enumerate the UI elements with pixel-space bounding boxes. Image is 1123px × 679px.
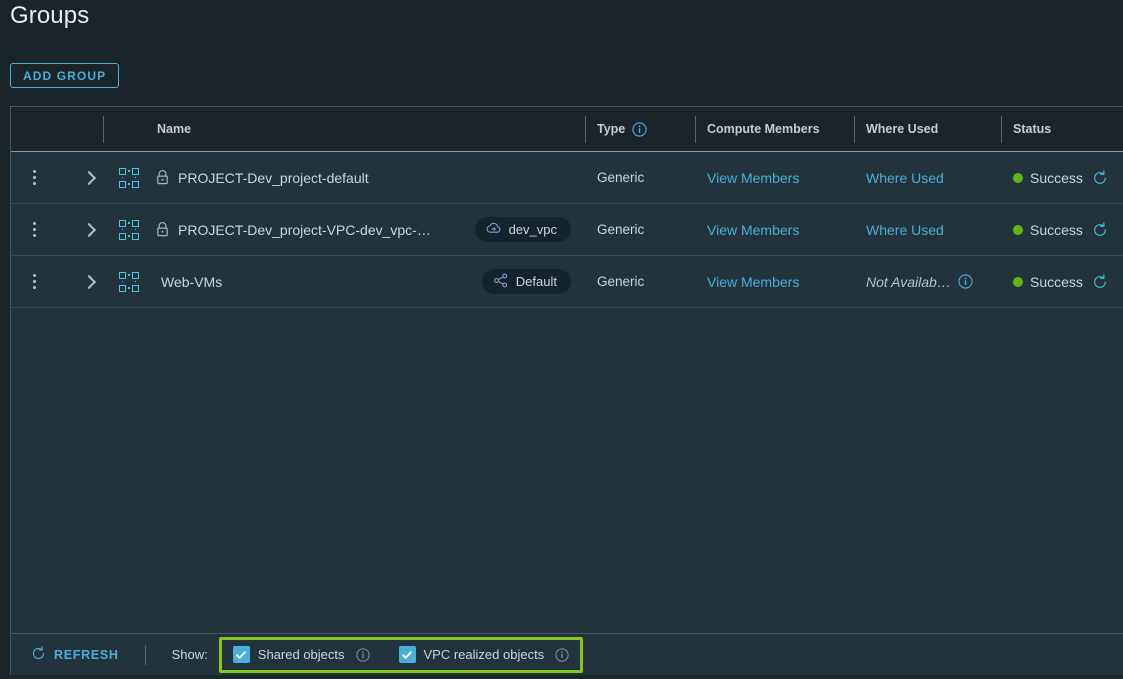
column-header-where-used[interactable]: Where Used — [854, 107, 1001, 152]
footer-divider — [144, 644, 146, 665]
column-header-actions — [11, 107, 67, 152]
table-row[interactable]: PROJECT-Dev_project-default Generic View… — [11, 152, 1123, 204]
row-name-text: PROJECT-Dev_project-default — [178, 169, 369, 186]
view-members-link[interactable]: View Members — [707, 170, 799, 186]
column-header-group-icon — [103, 107, 145, 152]
groups-table: Name Type Compute Members Where Used Sta… — [10, 106, 1123, 634]
add-group-button[interactable]: ADD GROUP — [10, 63, 120, 88]
shared-objects-checkbox[interactable] — [232, 646, 250, 663]
row-expand-cell — [67, 152, 103, 204]
row-type-cell: Generic — [597, 222, 645, 237]
refresh-status-icon[interactable] — [1092, 169, 1108, 186]
info-icon[interactable] — [958, 274, 973, 289]
chevron-right-icon[interactable] — [81, 222, 97, 238]
column-header-type-label: Type — [597, 122, 626, 136]
filter-vpc-realized-objects[interactable]: VPC realized objects — [398, 646, 570, 663]
group-squares-icon — [119, 219, 139, 240]
filter-shared-objects[interactable]: Shared objects — [232, 646, 370, 663]
view-members-link[interactable]: View Members — [707, 274, 799, 290]
row-status-cell: Success — [1001, 152, 1123, 204]
row-group-icon-cell — [103, 204, 145, 256]
table-body: PROJECT-Dev_project-default Generic View… — [11, 152, 1123, 634]
show-label: Show: — [171, 647, 208, 662]
row-actions-cell — [11, 204, 67, 256]
refresh-icon — [31, 645, 46, 664]
status-dot-icon — [1013, 276, 1023, 287]
row-where-used-cell: Not Availab… — [854, 256, 1001, 308]
status-text: Success — [1030, 221, 1083, 238]
row-scope-badge-label: dev_vpc — [508, 222, 557, 237]
chevron-right-icon[interactable] — [81, 274, 97, 290]
lock-icon — [155, 169, 170, 186]
view-members-link[interactable]: View Members — [707, 222, 799, 238]
vpc-realized-objects-checkbox[interactable] — [398, 646, 416, 663]
group-squares-icon — [119, 271, 139, 292]
row-name-text: PROJECT-Dev_project-VPC-dev_vpc-… — [178, 221, 431, 238]
row-actions-cell — [11, 152, 67, 204]
row-name-cell: PROJECT-Dev_project-default — [145, 152, 585, 204]
refresh-button-label: REFRESH — [54, 647, 119, 662]
groups-page: Groups ADD GROUP Name Type Compute Membe… — [0, 0, 1123, 679]
chevron-right-icon[interactable] — [81, 170, 97, 186]
table-row[interactable]: Web-VMs Default Generic View Members Not… — [11, 256, 1123, 308]
column-header-name[interactable]: Name — [145, 107, 585, 152]
refresh-status-icon[interactable] — [1092, 221, 1108, 238]
status-dot-icon — [1013, 172, 1023, 183]
where-used-link[interactable]: Where Used — [866, 222, 944, 238]
row-actions-cell — [11, 256, 67, 308]
column-header-compute-members[interactable]: Compute Members — [695, 107, 854, 152]
kebab-menu-icon[interactable] — [33, 170, 36, 185]
status-text: Success — [1030, 273, 1083, 290]
cloud-vpc-icon — [486, 221, 502, 238]
share-nodes-icon — [493, 273, 509, 291]
row-name-cell: PROJECT-Dev_project-VPC-dev_vpc-… dev_vp… — [145, 204, 585, 256]
column-header-expand — [67, 107, 103, 152]
vpc-realized-objects-label: VPC realized objects — [423, 647, 545, 662]
info-icon[interactable] — [632, 121, 647, 137]
column-header-type[interactable]: Type — [585, 107, 695, 152]
refresh-button[interactable]: REFRESH — [31, 645, 119, 664]
kebab-menu-icon[interactable] — [33, 222, 36, 237]
row-group-icon-cell — [103, 256, 145, 308]
table-footer: REFRESH Show: Shared objects VPC realize… — [10, 633, 1123, 675]
table-header-row: Name Type Compute Members Where Used Sta… — [11, 107, 1123, 152]
table-row[interactable]: PROJECT-Dev_project-VPC-dev_vpc-… dev_vp… — [11, 204, 1123, 256]
info-icon[interactable] — [555, 647, 569, 662]
refresh-status-icon[interactable] — [1092, 273, 1108, 290]
row-compute-members-link[interactable]: View Members — [695, 256, 854, 308]
where-used-not-available-text: Not Availab… — [866, 273, 951, 290]
row-type-cell: Generic — [597, 170, 645, 185]
row-scope-badge: Default — [481, 269, 571, 294]
row-type-cell: Generic — [597, 274, 645, 289]
kebab-menu-icon[interactable] — [33, 274, 36, 289]
row-expand-cell — [67, 204, 103, 256]
page-title: Groups — [10, 2, 90, 29]
status-dot-icon — [1013, 224, 1023, 235]
row-expand-cell — [67, 256, 103, 308]
row-scope-badge: dev_vpc — [474, 217, 571, 242]
group-squares-icon — [119, 167, 139, 188]
row-status-cell: Success — [1001, 256, 1123, 308]
row-name-text: Web-VMs — [161, 273, 223, 290]
row-scope-badge-label: Default — [515, 274, 557, 289]
filters-highlight-box: Shared objects VPC realized objects — [218, 636, 584, 673]
row-compute-members-link[interactable]: View Members — [695, 204, 854, 256]
status-text: Success — [1030, 169, 1083, 186]
row-where-used-cell[interactable]: Where Used — [854, 152, 1001, 204]
row-group-icon-cell — [103, 152, 145, 204]
row-compute-members-link[interactable]: View Members — [695, 152, 854, 204]
column-header-status[interactable]: Status — [1001, 107, 1123, 152]
row-name-cell: Web-VMs Default — [145, 256, 585, 308]
info-icon[interactable] — [355, 647, 370, 662]
row-where-used-cell[interactable]: Where Used — [854, 204, 1001, 256]
where-used-link[interactable]: Where Used — [866, 170, 944, 186]
row-status-cell: Success — [1001, 204, 1123, 256]
lock-icon — [155, 221, 170, 238]
shared-objects-label: Shared objects — [257, 647, 345, 662]
